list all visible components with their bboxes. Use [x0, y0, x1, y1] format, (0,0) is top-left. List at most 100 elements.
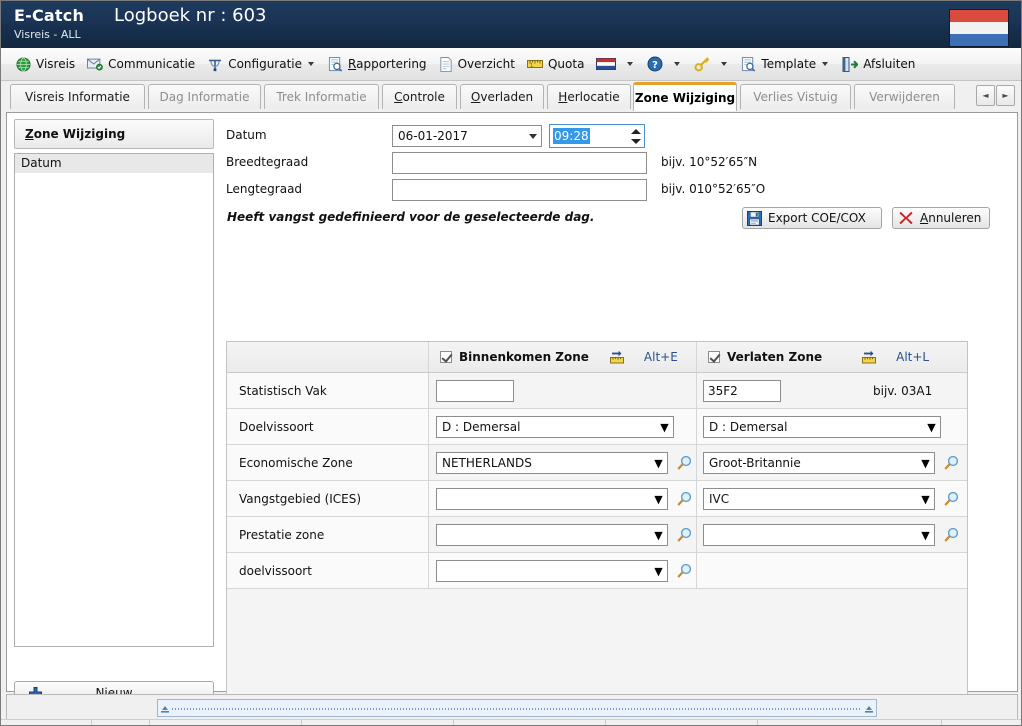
tab-verwijderen[interactable]: Verwijderen	[854, 84, 955, 109]
tab-scroll-right-button[interactable]: ►	[996, 85, 1015, 106]
horizontal-scrollbar[interactable]	[157, 699, 877, 717]
toolbar-item-rapportering[interactable]: Rapportering	[322, 52, 433, 77]
zone-form: Datum 06-01-2017 09:28 Breedtegraad bijv…	[220, 123, 1010, 234]
vangstgebied-entering-combo[interactable]: ▼	[436, 488, 668, 510]
vangstgebied-leaving-combo[interactable]: IVC ▼	[703, 488, 935, 510]
export-coe-cox-button[interactable]: Export COE/COX	[742, 207, 882, 229]
form-row-actions: Heeft vangst gedefinieerd voor de gesele…	[220, 204, 1010, 234]
chevron-down-icon[interactable]: ▼	[656, 417, 673, 437]
spinner-arrows[interactable]	[628, 126, 643, 146]
toolbar-item-communicatie[interactable]: Communicatie	[81, 52, 201, 77]
toolbar-item-afsluiten[interactable]: Afsluiten	[836, 52, 921, 77]
toolbar-item-quota[interactable]: 1 Quota	[521, 52, 590, 77]
binnenkomen-zone-label: Binnenkomen Zone	[459, 350, 589, 364]
scrollbar-track[interactable]	[172, 708, 862, 710]
row-cell-leaving: ▼	[698, 517, 967, 552]
tab-scroll-left-button[interactable]: ◄	[976, 85, 995, 106]
zone-header-entering: Binnenkomen Zone Alt+E	[430, 342, 697, 372]
chevron-down-icon[interactable]	[822, 62, 829, 66]
tab-trek-informatie[interactable]: Trek Informatie	[264, 84, 379, 109]
toolbar-item-help[interactable]: ?	[641, 52, 688, 77]
row-label: Prestatie zone	[227, 517, 429, 552]
toolbar-item-template[interactable]: Template	[735, 52, 836, 77]
spinner-up-icon[interactable]	[630, 128, 641, 134]
prestatie-zone-leaving-search-icon[interactable]	[943, 527, 960, 544]
chevron-down-icon[interactable]: ▼	[923, 417, 940, 437]
zone-wijziging-list[interactable]: Datum	[14, 153, 214, 647]
economische-zone-entering-combo[interactable]: NETHERLANDS ▼	[436, 452, 668, 474]
doelvissoort2-entering-search-icon[interactable]	[676, 563, 693, 580]
chevron-down-icon[interactable]	[674, 62, 681, 66]
zone-enter-icon[interactable]	[609, 349, 626, 365]
binnenkomen-zone-accel: Alt+E	[643, 350, 678, 364]
scroll-left-grip-icon[interactable]	[161, 704, 169, 713]
tab-visreis-informatie[interactable]: Visreis Informatie	[10, 84, 145, 109]
chevron-down-icon[interactable]: ▼	[650, 525, 667, 545]
tab-herlocatie[interactable]: Herlocatie	[547, 84, 631, 109]
vangstgebied-leaving-search-icon[interactable]	[943, 491, 960, 508]
svg-text:1: 1	[530, 63, 533, 69]
tab-zone-wijziging[interactable]: Zone Wijziging	[633, 82, 737, 111]
toolbar-item-configuratie[interactable]: Configuratie	[201, 52, 322, 77]
vangstgebied-entering-search-icon[interactable]	[676, 491, 693, 508]
tab-controle[interactable]: Controle	[382, 84, 457, 109]
statistisch-vak-leaving-input[interactable]: 35F2	[703, 380, 781, 402]
toolbar-item-overzicht[interactable]: Overzicht	[433, 52, 521, 77]
combo-value: IVC	[709, 492, 730, 506]
tab-label: Zone Wijziging	[634, 91, 736, 105]
netherlands-flag-icon	[949, 9, 1009, 47]
binnenkomen-zone-checkbox[interactable]	[440, 351, 452, 363]
tab-strip: Visreis Informatie Dag Informatie Trek I…	[1, 81, 1021, 113]
annuleren-button-label: Annuleren	[920, 211, 982, 225]
content-panel: Zone Wijziging Datum Nieuw Datum 06-01-2…	[6, 112, 1018, 721]
tab-label: Trek Informatie	[276, 90, 367, 104]
verlaten-zone-checkbox[interactable]	[708, 351, 720, 363]
chevron-down-icon[interactable]	[627, 62, 634, 66]
chevron-down-icon[interactable]: ▼	[650, 489, 667, 509]
economische-zone-leaving-search-icon[interactable]	[943, 455, 960, 472]
chevron-down-icon[interactable]: ▼	[650, 453, 667, 473]
row-label: Economische Zone	[227, 445, 429, 480]
scroll-right-grip-icon[interactable]	[865, 704, 873, 713]
doelvissoort-entering-combo[interactable]: D : Demersal ▼	[436, 416, 674, 438]
toolbar-label: Afsluiten	[863, 57, 916, 71]
datum-label: Datum	[226, 128, 267, 142]
toolbar-item-language[interactable]	[590, 52, 641, 77]
statistisch-vak-entering-input[interactable]	[436, 380, 514, 402]
economische-zone-leaving-combo[interactable]: Groot-Britannie ▼	[703, 452, 935, 474]
doelvissoort2-entering-combo[interactable]: ▼	[436, 560, 668, 582]
datum-input[interactable]: 06-01-2017	[392, 125, 542, 147]
chevron-down-icon[interactable]	[721, 62, 728, 66]
economische-zone-entering-search-icon[interactable]	[676, 455, 693, 472]
app-name: E-Catch	[14, 6, 85, 25]
chevron-down-icon[interactable]	[524, 126, 541, 146]
tab-verlies-vistuig[interactable]: Verlies Vistuig	[740, 84, 851, 109]
chevron-down-icon[interactable]: ▼	[650, 561, 667, 581]
list-item[interactable]: Datum	[15, 154, 213, 173]
toolbar-item-visreis[interactable]: Visreis	[10, 52, 81, 77]
breedtegraad-input[interactable]	[392, 152, 647, 174]
tab-overladen[interactable]: Overladen	[460, 84, 544, 109]
combo-value: D : Demersal	[709, 420, 788, 434]
chevron-down-icon[interactable]: ▼	[917, 453, 934, 473]
toolbar-item-key[interactable]	[688, 52, 735, 77]
table-row: doelvissoort ▼	[227, 553, 967, 589]
chevron-down-icon[interactable]: ▼	[917, 525, 934, 545]
prestatie-zone-entering-search-icon[interactable]	[676, 527, 693, 544]
combo-value: NETHERLANDS	[442, 456, 532, 470]
doelvissoort-leaving-combo[interactable]: D : Demersal ▼	[703, 416, 941, 438]
spinner-down-icon[interactable]	[630, 138, 641, 144]
exit-door-icon	[842, 56, 859, 72]
prestatie-zone-leaving-combo[interactable]: ▼	[703, 524, 935, 546]
prestatie-zone-entering-combo[interactable]: ▼	[436, 524, 668, 546]
time-spinner[interactable]: 09:28	[549, 124, 645, 148]
chevron-down-icon[interactable]: ▼	[917, 489, 934, 509]
lengtegraad-input[interactable]	[392, 179, 647, 201]
tab-dag-informatie[interactable]: Dag Informatie	[148, 84, 261, 109]
verlaten-zone-label: Verlaten Zone	[727, 350, 823, 364]
annuleren-button[interactable]: Annuleren	[892, 207, 990, 229]
zone-leave-icon[interactable]	[861, 349, 878, 365]
help-icon: ?	[647, 56, 663, 72]
chevron-down-icon[interactable]	[308, 62, 315, 66]
time-value[interactable]: 09:28	[553, 128, 590, 144]
